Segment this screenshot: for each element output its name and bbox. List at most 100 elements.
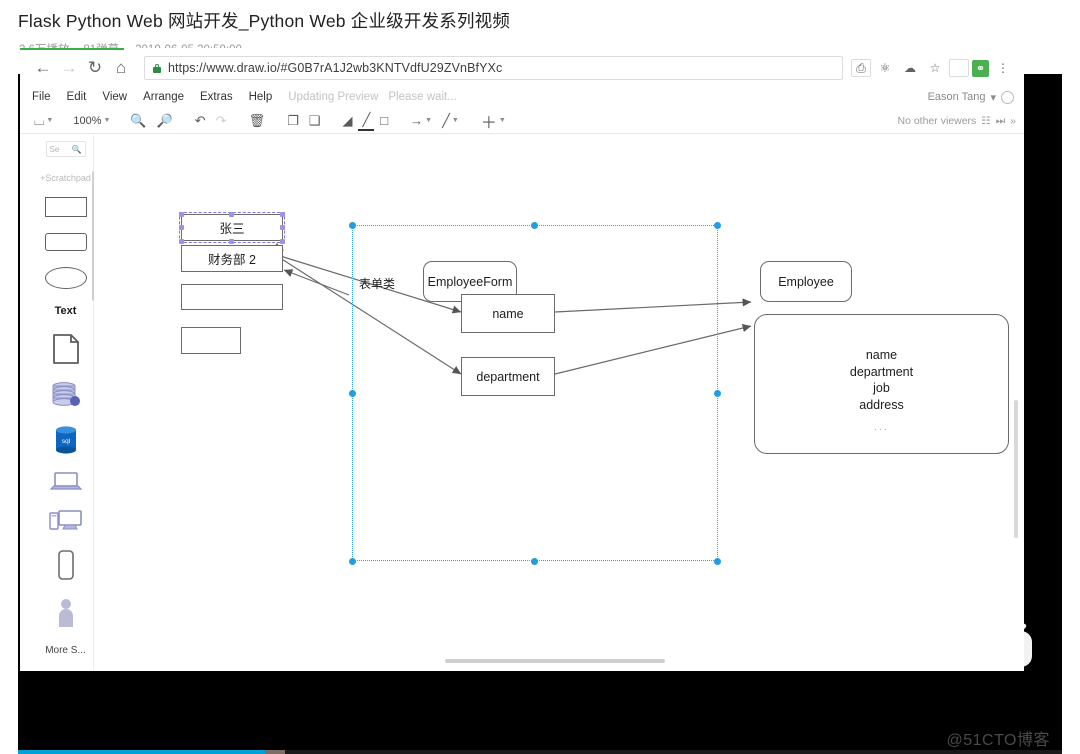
shape-mobile-phone[interactable] [56,549,76,581]
chevron-down-icon: ▾ [990,91,996,104]
employee-field-name: name [754,347,1009,364]
to-back-button[interactable]: ❑ [305,111,325,131]
collapse-chevron-icon[interactable]: » [1010,115,1016,127]
canvas-horizontal-scrollbar[interactable] [445,659,665,663]
menu-extras[interactable]: Extras [200,91,233,103]
zoom-level-button[interactable]: 100%▼ [71,111,112,131]
diagram-canvas[interactable]: 表单类 EmployeeForm ↻ Employee name departm… [94,135,1024,671]
browser-window: ← → ↻ ⌂ https://www.draw.io/#G0B7rA1J2wb… [20,48,1024,671]
shape-text[interactable]: Text [55,305,77,317]
resize-handle-n[interactable] [229,212,234,217]
shape-rounded-rectangle[interactable] [45,233,87,251]
search-icon[interactable]: 🔍 [72,145,82,154]
employee-field-department: department [754,364,1009,381]
shape-database-stack[interactable] [51,381,81,409]
back-arrow-icon[interactable]: ← [30,55,56,81]
screen-capture-icon[interactable]: ⎙ [851,59,871,77]
viewers-status: No other viewers ☷ ⏭ » [898,108,1017,134]
shape-desktop[interactable] [48,509,84,533]
menu-edit[interactable]: Edit [67,91,87,103]
name-field-node[interactable]: name [461,294,555,333]
connection-arrow-button[interactable]: →▼ [406,111,436,131]
playback-progress-bar[interactable] [18,750,1062,754]
marquee-handle-nw[interactable] [349,222,356,229]
zoom-out-button[interactable]: 🔎 [153,111,177,131]
to-front-button[interactable]: ❐ [283,111,303,131]
address-bar[interactable]: https://www.draw.io/#G0B7rA1J2wb3KNTVdfU… [144,56,843,80]
user-avatar-icon [1001,91,1014,104]
fill-color-button[interactable]: ◢ [338,111,356,131]
home-icon[interactable]: ⌂ [108,55,134,81]
shape-search-input[interactable]: Se 🔍 [46,141,86,157]
status-text: Updating Preview [288,91,378,103]
shape-rectangle[interactable] [45,197,87,217]
zhangsan-node[interactable]: 张三 [181,214,283,241]
resize-handle-nw[interactable] [179,212,184,217]
menu-file[interactable]: File [32,91,51,103]
reading-list-icon[interactable] [949,59,969,77]
menu-help[interactable]: Help [249,91,273,103]
more-shapes-button[interactable]: More S... [45,645,86,656]
user-name: Eason Tang [928,91,986,103]
marquee-handle-s[interactable] [531,558,538,565]
lock-icon [153,64,161,73]
resize-handle-ne[interactable] [280,212,285,217]
shape-document[interactable] [52,333,80,365]
waypoints-button[interactable]: ╱▼ [438,111,463,131]
employee-node[interactable]: Employee [760,261,852,302]
site-watermark: @51CTO博客 [946,726,1050,750]
scratchpad-label[interactable]: +Scratchpad [40,173,91,183]
marquee-handle-ne[interactable] [714,222,721,229]
comment-icon[interactable]: ⏭ [996,115,1005,128]
resize-handle-sw[interactable] [179,239,184,244]
menu-arrange[interactable]: Arrange [143,91,184,103]
marquee-handle-sw[interactable] [349,558,356,565]
drawio-menubar: File Edit View Arrange Extras Help Updat… [20,86,1024,108]
shape-actor[interactable] [55,597,77,629]
resize-handle-e[interactable] [280,225,285,230]
shadow-button[interactable]: □ [376,111,392,131]
canvas-vertical-scrollbar[interactable] [1014,400,1018,538]
insert-button[interactable]: ＋▼ [477,111,510,131]
employee-fields-list: name department job address ... [754,347,1009,436]
bookmark-star-icon[interactable]: ☆ [924,57,946,79]
extension-green-icon[interactable]: ⚭ [972,60,989,77]
zoom-level-label: 100% [73,115,101,127]
shape-ellipse[interactable] [45,267,87,289]
undo-button[interactable]: ↶ [191,111,210,131]
status-text-secondary: Please wait... [388,91,456,103]
shape-search-placeholder: Se [50,145,60,154]
empty-node-1[interactable] [181,284,283,310]
line-color-button[interactable]: ╱ [358,111,374,131]
finance-dept-node[interactable]: 财务部 2 [181,245,283,272]
marquee-handle-w[interactable] [349,390,356,397]
employee-field-address: address [754,397,1009,414]
marquee-handle-se[interactable] [714,558,721,565]
delete-button[interactable]: 🗑 [245,111,270,131]
marquee-handle-e[interactable] [714,390,721,397]
resize-handle-s[interactable] [229,239,234,244]
empty-node-2[interactable] [181,327,241,354]
browser-toolbar: ← → ↻ ⌂ https://www.draw.io/#G0B7rA1J2wb… [20,50,1024,86]
department-field-node[interactable]: department [461,357,555,396]
shape-palette: Se 🔍 +Scratchpad Text [38,135,94,671]
resize-handle-w[interactable] [179,225,184,230]
redo-button: ↷ [212,111,231,131]
shape-laptop[interactable] [49,471,83,493]
employee-field-ellipsis: ... [754,419,1009,436]
account-menu[interactable]: Eason Tang ▾ [928,86,1014,108]
marquee-handle-n[interactable] [531,222,538,229]
view-layout-button[interactable]: ⌴▼ [30,111,57,131]
video-page: Flask Python Web 网站开发_Python Web 企业级开发系列… [0,0,1080,754]
menu-view[interactable]: View [102,91,127,103]
progress-played [18,750,265,754]
zoom-in-button[interactable]: 🔍 [126,111,150,131]
extension-tower-icon[interactable]: ⚛ [874,57,896,79]
cloud-save-icon[interactable]: ☁ [899,57,921,79]
share-viewers-icon[interactable]: ☷ [981,115,990,127]
chrome-menu-icon[interactable]: ⋮ [992,57,1014,79]
browser-extension-icons: ⎙ ⚛ ☁ ☆ ⚭ ⋮ [851,57,1014,79]
reload-icon[interactable]: ↻ [82,55,108,81]
viewers-label: No other viewers [898,115,977,127]
shape-sql-database[interactable]: sql [53,425,79,455]
